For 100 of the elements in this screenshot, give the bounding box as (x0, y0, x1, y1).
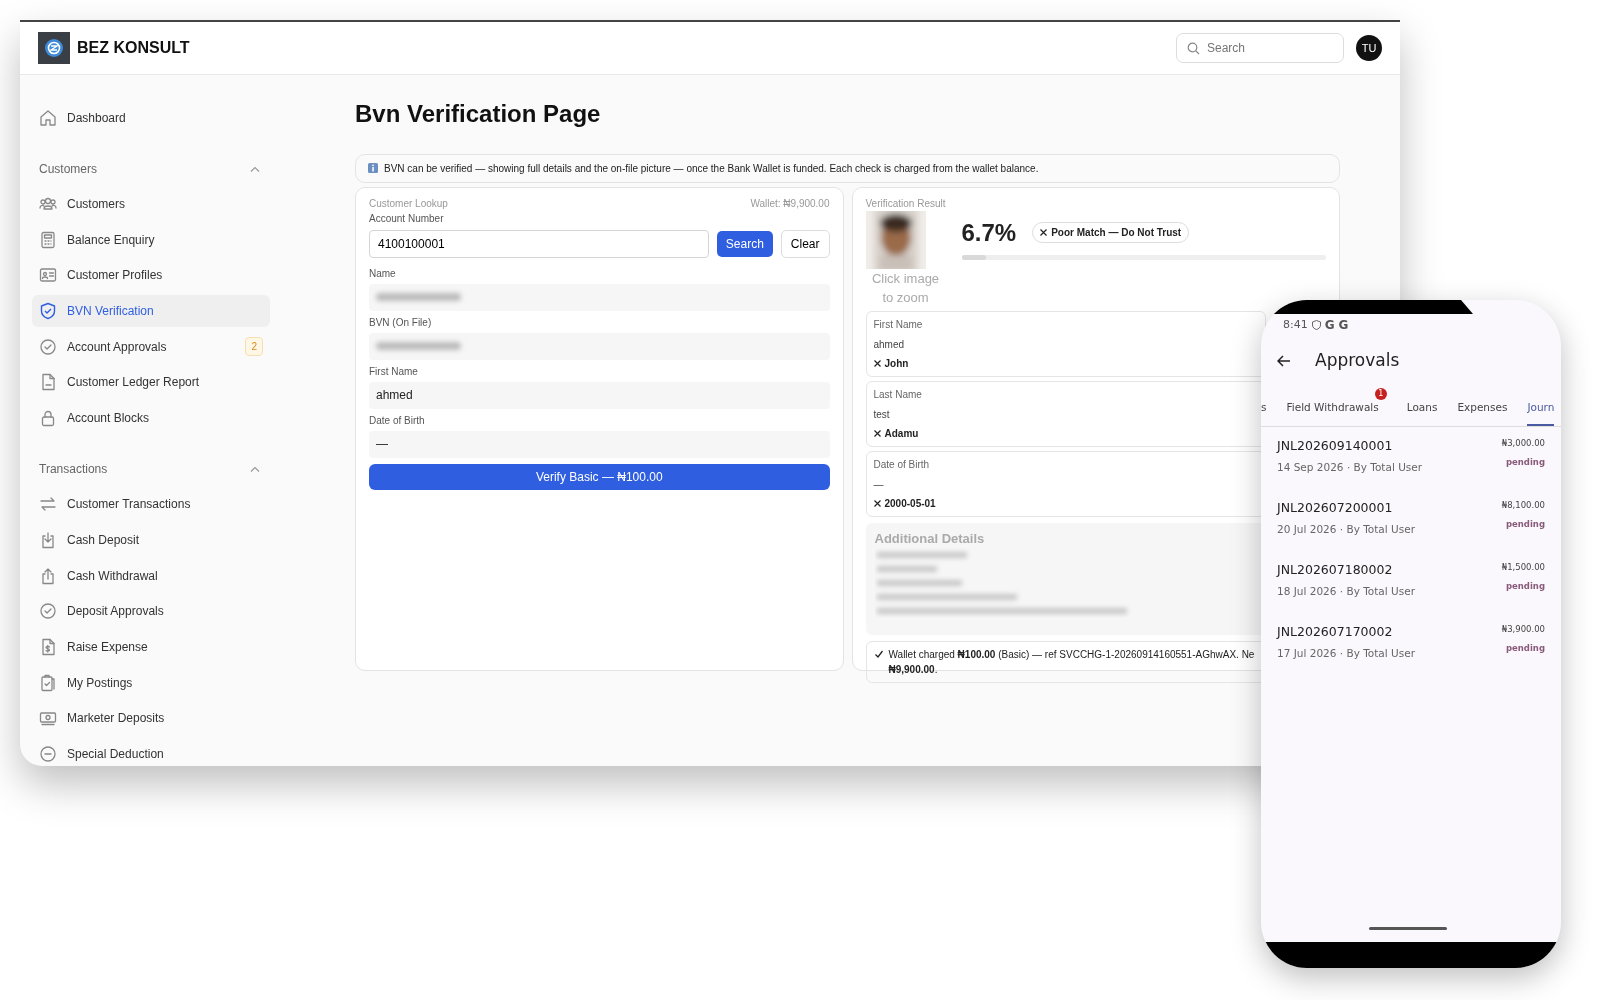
readonly-field: ahmed (369, 381, 830, 409)
approval-item[interactable]: JNL202609140001 14 Sep 2026 · By Total User ₦3,000.00 pending (1277, 427, 1545, 490)
sidebar-item[interactable]: Account Blocks (32, 402, 270, 435)
sidebar-item[interactable]: Marketer Deposits (32, 702, 270, 735)
home-indicator[interactable] (1369, 927, 1447, 930)
verify-button[interactable]: Verify Basic — ₦100.00 (369, 463, 830, 490)
chevron-icon (250, 466, 260, 473)
screen-title: Approvals (1315, 349, 1400, 372)
search-field[interactable]: Search (1176, 33, 1344, 63)
on-file-value: ahmed (873, 337, 905, 352)
sidebar-item[interactable]: Cash Deposit (32, 523, 270, 556)
clipboard-icon (39, 673, 57, 692)
match-score: 6.7% (961, 217, 1017, 248)
lock-icon (39, 409, 57, 428)
x-icon (1040, 229, 1048, 237)
brand-name: BEZ KONSULT (77, 38, 190, 58)
back-arrow-icon (1277, 354, 1291, 367)
status-label: pending (1504, 518, 1545, 531)
shield-icon (39, 302, 57, 321)
page-title: Bvn Verification Page (355, 100, 602, 129)
count-badge: 1 (1374, 387, 1387, 400)
on-file-value: test (873, 407, 890, 422)
field-label: Account Number (369, 211, 445, 226)
download-icon (39, 530, 57, 549)
journal-ref: JNL202607170002 (1277, 623, 1394, 642)
approval-item[interactable]: JNL202607200001 20 Jul 2026 · By Total User ₦8,100.00 pending (1277, 489, 1545, 552)
home-icon (39, 109, 57, 127)
card-title: Verification Result (865, 196, 947, 211)
charge-text: ₦9,900.00. (888, 662, 939, 677)
info-icon (368, 163, 378, 174)
chevron-icon (250, 166, 260, 172)
banknote-icon (39, 709, 57, 728)
on-file-value: — (873, 477, 884, 492)
status-icon: G (1338, 316, 1349, 334)
card-title: Customer Lookup (369, 196, 448, 211)
bvn-value: 2000-05-01 (884, 496, 936, 511)
item-meta: 20 Jul 2026 · By Total User (1277, 522, 1415, 537)
journal-ref: JNL202607180002 (1277, 561, 1394, 580)
amount: ₦8,100.00 (1501, 499, 1545, 512)
account-number-field[interactable]: 4100100001 (369, 229, 709, 258)
status-label: pending (1504, 456, 1545, 469)
section-title: Additional Details (874, 529, 986, 548)
sidebar-item[interactable]: Raise Expense (32, 630, 270, 663)
minus-circle-icon (39, 744, 57, 763)
status-icon: G (1324, 316, 1335, 334)
sidebar-item[interactable]: Customer Profiles (32, 259, 270, 292)
notice-text: BVN can be verified — showing full details and the on-file picture — once the Bank Wallet is funded. Each check is charged from the wallet balance. (384, 161, 1039, 176)
check-badge-icon (39, 337, 57, 356)
sidebar-item[interactable]: Dashboard (32, 102, 270, 134)
section-header[interactable]: Customers (32, 154, 270, 184)
amount: ₦1,500.00 (1501, 561, 1545, 574)
sidebar-item[interactable]: Special Deduction (32, 737, 270, 766)
journal-ref: JNL202607200001 (1277, 499, 1394, 518)
check-icon (874, 649, 883, 658)
amount: ₦3,000.00 (1501, 437, 1545, 450)
field-label: Name (369, 266, 397, 281)
status-label: pending (1504, 642, 1545, 655)
clear-button[interactable]: Clear (780, 229, 830, 258)
calculator-icon (39, 230, 57, 249)
shield-icon (1311, 320, 1321, 330)
sidebar-item[interactable]: Account Approvals 2 (32, 330, 270, 363)
sidebar-item[interactable]: BVN Verification (32, 295, 270, 328)
id-card-icon (39, 266, 57, 285)
tab[interactable]: Loans (1406, 393, 1438, 427)
logo-icon (43, 37, 65, 59)
search-button[interactable]: Search (716, 230, 773, 257)
tab[interactable]: Journ (1527, 393, 1555, 427)
upload-icon (39, 566, 57, 585)
field-label: BVN (On File) (369, 315, 433, 330)
field-label: First Name (369, 364, 419, 379)
x-icon (873, 359, 881, 367)
sidebar-item[interactable]: Customer Ledger Report (32, 366, 270, 399)
journal-ref: JNL202609140001 (1277, 437, 1394, 456)
document-icon (39, 373, 57, 392)
sidebar-item[interactable]: My Postings (32, 666, 270, 699)
charge-text: Wallet charged ₦100.00 (Basic) — ref SVCCHG-1-20260914160551-AGhwAX. Ne (888, 647, 1255, 662)
field-label: Date of Birth (873, 457, 930, 472)
field-label: Last Name (873, 387, 922, 402)
check-badge-icon (39, 602, 57, 621)
x-icon (873, 429, 881, 437)
item-meta: 18 Jul 2026 · By Total User (1277, 584, 1415, 599)
bvn-value: John (884, 356, 909, 371)
users-icon (39, 195, 57, 213)
sidebar-item[interactable]: Customers (32, 188, 270, 220)
item-meta: 17 Jul 2026 · By Total User (1277, 646, 1415, 661)
x-icon (873, 499, 881, 507)
status-time: 8:41 (1283, 316, 1308, 333)
approval-item[interactable]: JNL202607180002 18 Jul 2026 · By Total User ₦1,500.00 pending (1277, 551, 1545, 614)
user-avatar[interactable]: TU (1356, 35, 1382, 61)
item-meta: 14 Sep 2026 · By Total User (1277, 460, 1423, 475)
count-badge: 2 (245, 337, 263, 357)
section-header[interactable]: Transactions (32, 454, 270, 485)
sidebar-item[interactable]: Deposit Approvals (32, 595, 270, 628)
approval-item[interactable]: JNL202607170002 17 Jul 2026 · By Total User ₦3,900.00 pending (1277, 613, 1545, 676)
tab[interactable]: s (1261, 393, 1267, 427)
sidebar-item[interactable]: Customer Transactions (32, 488, 270, 521)
sidebar-item[interactable]: Cash Withdrawal (32, 559, 270, 592)
sidebar-item[interactable]: Balance Enquiry (32, 223, 270, 256)
tab[interactable]: Field Withdrawals 1 (1286, 387, 1387, 427)
tab[interactable]: Expenses (1457, 393, 1508, 427)
